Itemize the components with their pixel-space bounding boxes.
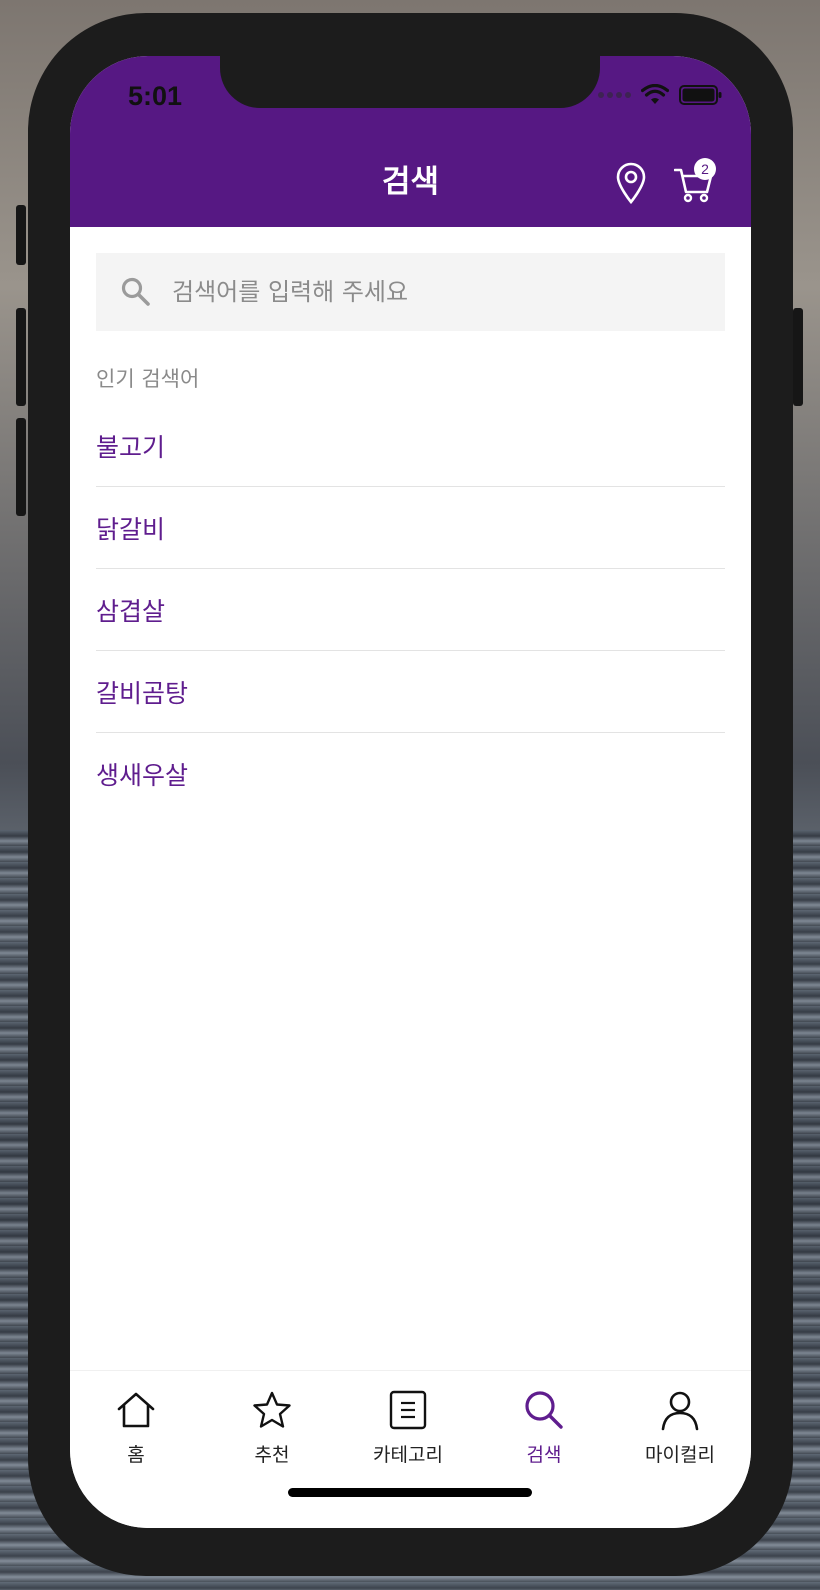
search-bar[interactable]: [96, 253, 725, 331]
search-icon: [525, 1391, 563, 1429]
wifi-icon: [641, 84, 669, 104]
location-pin-icon[interactable]: [615, 162, 647, 204]
tab-category[interactable]: 카테고리: [348, 1389, 468, 1467]
tab-label: 추천: [254, 1444, 290, 1466]
tab-label: 마이컬리: [645, 1444, 715, 1466]
home-icon: [117, 1392, 155, 1428]
popular-keywords-title: 인기 검색어: [96, 367, 200, 391]
tab-label: 홈: [127, 1444, 145, 1466]
battery-icon: [679, 85, 722, 105]
search-icon: [121, 277, 150, 306]
tab-search[interactable]: 검색: [484, 1389, 604, 1467]
page-title: 검색: [381, 164, 440, 200]
power-button: [793, 308, 803, 406]
tab-label: 카테고리: [373, 1444, 443, 1466]
list-icon: [389, 1390, 427, 1430]
bottom-tab-bar: 홈 추천 카테고리 검색 마이컬리: [70, 1370, 751, 1528]
search-input[interactable]: [172, 278, 692, 306]
tab-home[interactable]: 홈: [76, 1389, 196, 1467]
volume-up-button: [16, 308, 26, 406]
star-icon: [253, 1391, 291, 1428]
keyword-item[interactable]: 닭갈비: [96, 487, 725, 569]
signal-icon: [598, 92, 631, 98]
volume-down-button: [16, 418, 26, 516]
status-time: 5:01: [128, 81, 183, 111]
tab-recommend[interactable]: 추천: [212, 1389, 332, 1467]
notch: [220, 56, 600, 108]
tab-my-kurly[interactable]: 마이컬리: [620, 1389, 740, 1467]
keyword-item[interactable]: 불고기: [96, 405, 725, 487]
app-screen: 5:01 검색 2 검색어를 입력해 주세요 인기 검색어 불고기 닭갈비 삼겹…: [70, 56, 751, 1528]
mute-switch: [16, 205, 26, 265]
home-indicator: [288, 1488, 532, 1497]
status-icons: [598, 84, 723, 106]
cart-count-badge: 2: [694, 158, 716, 180]
popular-keywords-list: 불고기 닭갈비 삼겹살 갈비곰탕 생새우살: [96, 405, 725, 815]
user-icon: [661, 1391, 699, 1431]
keyword-item[interactable]: 갈비곰탕: [96, 651, 725, 733]
tab-label: 검색: [526, 1444, 562, 1466]
app-header: 5:01 검색 2: [70, 56, 751, 227]
keyword-item[interactable]: 생새우살: [96, 733, 725, 815]
keyword-item[interactable]: 삼겹살: [96, 569, 725, 651]
